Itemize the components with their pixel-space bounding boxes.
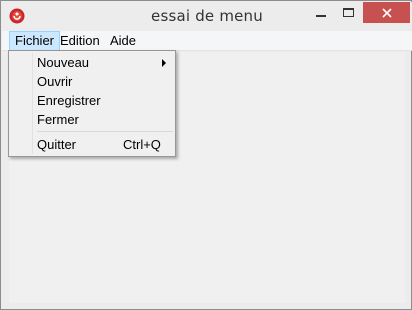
maximize-icon	[343, 8, 354, 17]
maximize-button[interactable]	[335, 2, 362, 23]
menu-item-label: Enregistrer	[37, 93, 101, 108]
menu-item-ouvrir[interactable]: Ouvrir	[10, 72, 174, 91]
menu-item-enregistrer[interactable]: Enregistrer	[10, 91, 174, 110]
submenu-arrow-icon	[162, 59, 166, 67]
menu-fichier[interactable]: Fichier	[9, 31, 61, 51]
title-bar[interactable]: essai de menu	[2, 2, 412, 31]
shortcut-label: Ctrl+Q	[123, 137, 161, 152]
menu-bar: Fichier Edition Aide	[2, 31, 412, 51]
menu-item-quitter[interactable]: Quitter Ctrl+Q	[10, 135, 174, 154]
menu-edition[interactable]: Edition	[55, 31, 105, 51]
menu-item-fermer[interactable]: Fermer	[10, 110, 174, 129]
minimize-icon	[315, 14, 326, 17]
menu-item-nouveau[interactable]: Nouveau	[10, 53, 174, 72]
menu-item-label: Ouvrir	[37, 74, 73, 89]
fichier-dropdown-menu: Nouveau Ouvrir Enregistrer Fermer Quitte…	[8, 50, 176, 157]
close-button[interactable]	[363, 2, 410, 23]
menu-aide[interactable]: Aide	[105, 31, 141, 51]
menu-item-label: Quitter	[37, 137, 77, 152]
menu-separator	[37, 131, 173, 132]
menu-item-label: Nouveau	[37, 55, 90, 70]
minimize-button[interactable]	[307, 2, 334, 23]
menu-item-label: Fermer	[37, 112, 79, 127]
close-icon	[381, 7, 392, 18]
